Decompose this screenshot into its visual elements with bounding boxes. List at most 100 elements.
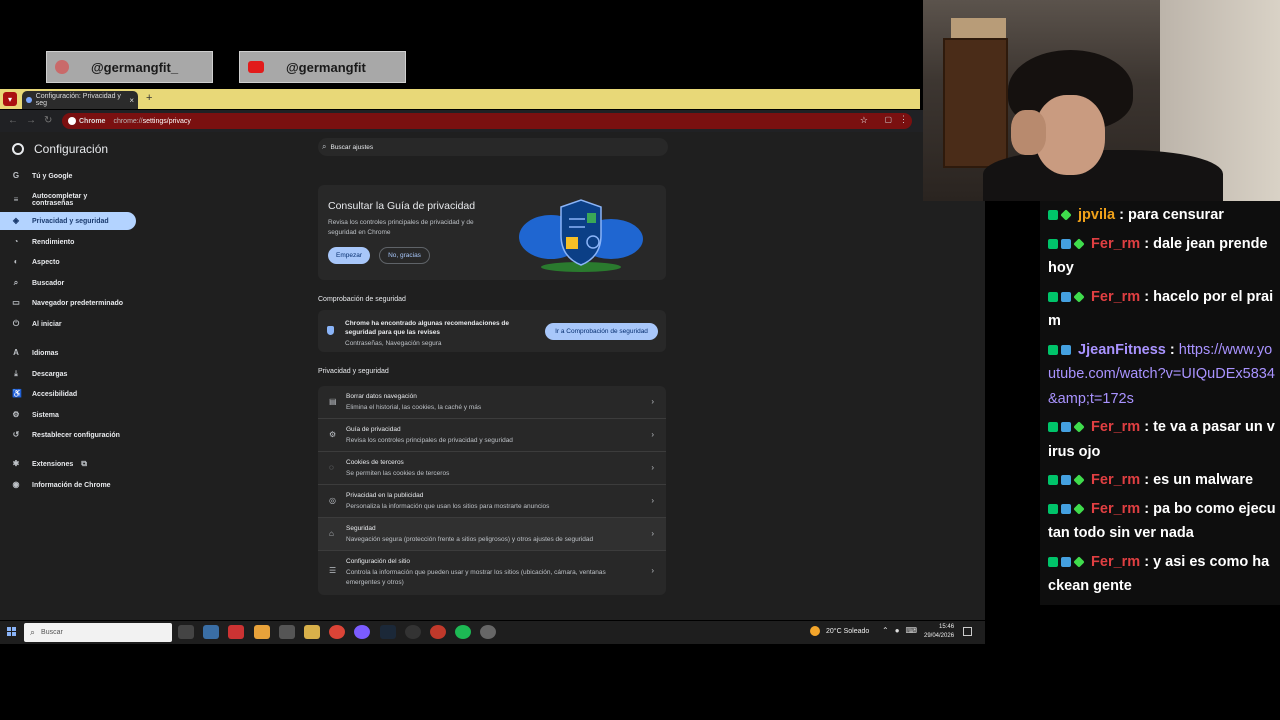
puzzle-icon: ✱ [12,459,20,468]
notification-icon[interactable] [963,627,972,636]
tab-search-button[interactable]: ▾ [3,92,17,106]
sidebar-item-default-browser[interactable]: ▭ Navegador predeterminado [0,294,136,312]
wrench-icon: ⚙ [12,410,20,419]
keyboard-icon[interactable]: ⌨ [906,626,918,635]
sidebar-item-downloads[interactable]: ⤓ Descargas [0,365,136,383]
search-icon: ⌕ [13,278,19,287]
chat-username[interactable]: Fer_rm [1091,419,1140,435]
taskbar-clock[interactable]: 15:46 29/04/2026 [924,623,954,641]
chevron-right-icon: › [651,463,654,472]
subscriber-badge-icon [1073,237,1085,250]
forward-icon[interactable]: → [26,115,36,126]
chat-username[interactable]: Fer_rm [1091,236,1140,252]
sidebar-item-autofill[interactable]: ≡ Autocompletar y contraseñas [0,190,136,210]
sidebar-item-reset[interactable]: ↺ Restablecer configuración [0,426,136,444]
tab-settings-privacy[interactable]: Configuración: Privacidad y seg × [22,91,138,109]
row-subtitle: Se permiten las cookies de terceros [346,470,450,477]
chrome-logo-icon [12,143,24,155]
mic-icon[interactable]: ● [895,626,900,635]
file-explorer-icon[interactable] [303,625,320,639]
sidebar-item-performance[interactable]: ◔ Rendimiento [0,233,136,251]
steam-icon[interactable] [379,625,396,639]
obs-icon[interactable] [354,625,371,639]
sidebar-item-search-engine[interactable]: ⌕ Buscador [0,274,136,292]
privacy-guide-icon: ⚙ [329,430,337,439]
bookmark-star-icon[interactable]: ☆ [860,115,868,126]
windows-start-icon[interactable] [7,627,17,637]
app-icon[interactable] [404,625,421,639]
search-placeholder: Buscar ajustes [330,143,374,151]
row-third-party-cookies[interactable]: ◌ Cookies de terceros Se permiten las co… [318,452,666,485]
vip-badge-icon [1061,291,1071,302]
chrome-taskbar-icon[interactable] [329,625,346,639]
sidebar-item-label: Rendimiento [32,238,75,246]
stream-chat: jpvila : para censurar Fer_rm : dale jea… [1040,201,1280,605]
chat-username[interactable]: Fer_rm [1091,472,1140,488]
tab-close-icon[interactable]: × [129,96,134,105]
power-icon: ⏻ [12,319,20,328]
settings-header: Configuración [12,142,108,156]
webcam-overlay [923,0,1280,201]
subscriber-badge-icon [1073,421,1085,433]
row-site-settings[interactable]: ☰ Configuración del sitio Controla la in… [318,551,666,595]
sidebar-item-accessibility[interactable]: ♿ Accesibilidad [0,385,136,403]
media-player-icon[interactable] [228,625,245,639]
row-ad-privacy[interactable]: ◎ Privacidad en la publicidad Personaliz… [318,485,666,518]
privacy-section-heading: Privacidad y seguridad [318,368,389,375]
start-button[interactable]: Empezar [328,247,370,264]
chat-text: : para censurar [1115,207,1224,223]
back-icon[interactable]: ← [8,115,18,126]
row-subtitle: Navegación segura (protección frente a s… [346,536,594,543]
kick-badge-icon [1048,344,1058,355]
extensions-icon[interactable]: ▢ [884,115,892,124]
chat-username[interactable]: Fer_rm [1091,289,1140,305]
vip-badge-icon [1061,238,1071,249]
sidebar-item-extensions[interactable]: ✱ Extensiones ⧉ [0,455,136,473]
chrome-active-icon[interactable] [480,625,497,639]
store-icon[interactable] [203,625,220,639]
go-to-safety-check-button[interactable]: Ir a Comprobación de seguridad [545,323,658,340]
chat-username[interactable]: Fer_rm [1091,501,1140,517]
record-icon[interactable] [429,625,446,639]
row-privacy-guide[interactable]: ⚙ Guía de privacidad Revisa los controle… [318,419,666,452]
sidebar-item-on-startup[interactable]: ⏻ Al iniciar [0,315,136,333]
kick-badge-icon [1048,556,1058,567]
url-scheme: chrome:// [113,117,143,125]
settings-page: Configuración G Tú y Google ≡ Autocompleta… [0,132,985,620]
sidebar-item-label: Privacidad y seguridad [32,217,109,225]
taskbar-search-input[interactable]: ⌕ Buscar [24,623,172,642]
menu-icon[interactable]: ⋮ [899,114,908,125]
sidebar-item-privacy[interactable]: ◈ Privacidad y seguridad [0,212,136,230]
settings-search-input[interactable]: ⌕ Buscar ajustes [318,138,668,156]
microsoft-icon[interactable] [253,625,270,639]
chrome-chip-label: Chrome [79,117,106,125]
row-security[interactable]: ⌂ Seguridad Navegación segura (protecció… [318,518,666,551]
no-thanks-button[interactable]: No, gracias [379,247,430,264]
promo-description: Revisa los controles principales de priv… [328,219,474,236]
row-clear-browsing-data[interactable]: ▤ Borrar datos navegación Elimina el his… [318,386,666,419]
task-view-icon[interactable] [178,625,194,639]
reload-icon[interactable]: ↻ [44,115,52,126]
chat-username[interactable]: jpvila [1078,207,1115,223]
chrome-icon [68,117,76,125]
chevron-up-icon[interactable]: ⌃ [882,626,889,635]
sidebar-item-appearance[interactable]: ◐ Aspecto [0,253,136,271]
weather-widget[interactable]: 20°C Soleado [810,626,869,636]
taskbar-apps [178,625,505,639]
chat-message: jpvila : para censurar [1048,203,1276,228]
chat-username[interactable]: Fer_rm [1091,554,1140,570]
spotify-icon[interactable] [455,625,472,639]
sidebar-item-label: Al iniciar [32,320,62,328]
sidebar-item-about-chrome[interactable]: ◉ Información de Chrome [0,476,136,494]
sidebar-item-system[interactable]: ⚙ Sistema [0,406,136,424]
vip-badge-icon [1061,422,1071,432]
new-tab-button[interactable]: + [146,92,152,104]
omnibox[interactable]: Chrome chrome://settings/privacy ☆ ▢ ⋮ [62,113,912,129]
instagram-icon [55,60,69,74]
sidebar-item-you-and-google[interactable]: G Tú y Google [0,167,136,185]
chat-username[interactable]: JjeanFitness [1078,342,1166,358]
sidebar-item-languages[interactable]: A Idiomas [0,344,136,362]
weather-text: 20°C Soleado [826,627,870,635]
capcut-icon[interactable] [278,625,295,639]
tab-strip: ▾ Configuración: Privacidad y seg × + [0,89,920,109]
